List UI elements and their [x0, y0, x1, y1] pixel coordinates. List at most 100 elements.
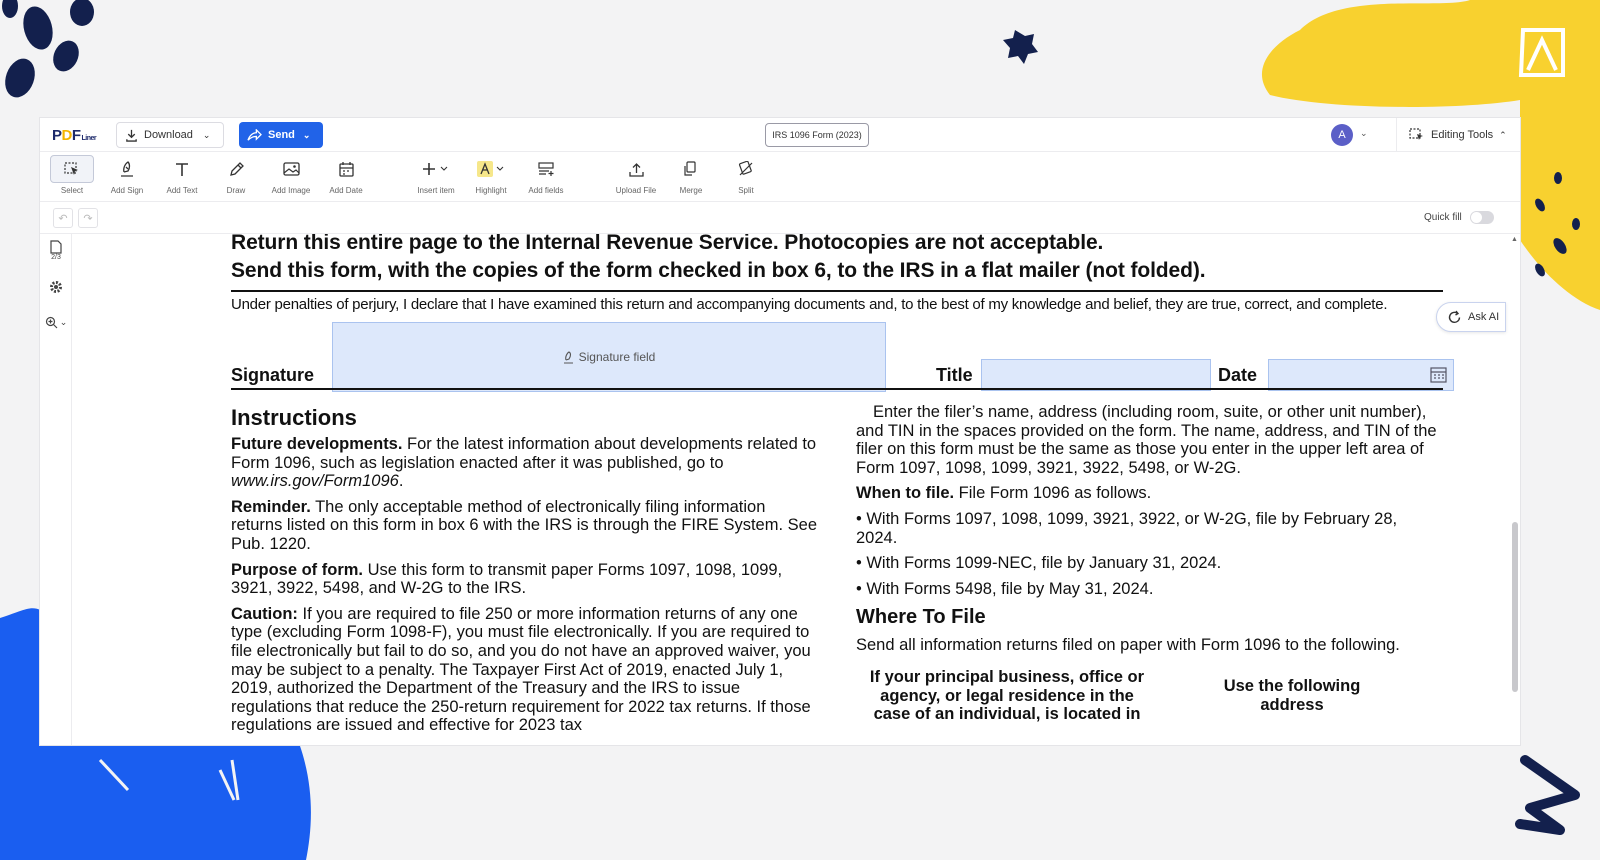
heading-rule [231, 290, 1443, 292]
chevron-down-icon: ⌄ [202, 129, 211, 140]
tool-label: Merge [679, 186, 703, 195]
bullet-item: • With Forms 1099-NEC, file by January 3… [856, 554, 1222, 573]
scroll-up-icon[interactable]: ▲ [1511, 236, 1518, 243]
undo-icon: ↶ [58, 212, 68, 225]
date-field[interactable] [1268, 359, 1454, 391]
instructions-heading: Instructions [231, 405, 357, 430]
zoom-button[interactable]: ⌄ [40, 316, 72, 329]
highlighter-icon [476, 155, 506, 183]
ask-ai-button[interactable]: Ask AI [1436, 302, 1506, 332]
send-icon [247, 128, 262, 141]
bullet-item: • With Forms 1097, 1098, 1099, 3921, 392… [856, 509, 1398, 547]
vertical-scrollbar[interactable]: ▲ [1510, 234, 1520, 745]
tool-label: Insert item [417, 186, 455, 195]
tool-upload-file[interactable]: Upload File [608, 155, 664, 201]
tool-insert-item[interactable]: Insert item [408, 155, 464, 201]
chevron-down-icon[interactable]: ⌄ [1360, 128, 1368, 139]
tool-add-date[interactable]: Add Date [318, 155, 374, 201]
chevron-down-icon: ⌄ [302, 129, 311, 140]
download-label: Download [144, 129, 193, 141]
address-column-header: Use the following address [1223, 677, 1361, 714]
document-name-field[interactable]: IRS 1096 Form (2023) [765, 123, 869, 147]
tool-highlight[interactable]: Highlight [463, 155, 519, 201]
when-to-file-paragraph: When to file. File Form 1096 as follows. [856, 484, 1152, 503]
chevron-down-icon: ⌄ [59, 317, 68, 327]
page-icon [50, 240, 62, 254]
fields-icon [531, 155, 561, 183]
redo-icon: ↷ [83, 212, 93, 225]
redo-button[interactable]: ↷ [78, 208, 98, 228]
plus-icon [421, 155, 451, 183]
tool-label: Highlight [475, 186, 507, 195]
tool-label: Add Text [166, 186, 198, 195]
chevron-up-icon: ⌃ [1499, 129, 1507, 140]
quick-fill-label: Quick fill [1424, 212, 1462, 223]
tool-split[interactable]: Split [718, 155, 774, 201]
tool-label: Add Date [329, 186, 363, 195]
upload-icon [621, 155, 651, 183]
tool-draw[interactable]: Draw [208, 155, 264, 201]
location-column-header: If your principal business, office or ag… [869, 668, 1145, 724]
instructions-left-column: Future developments. For the latest info… [231, 435, 821, 742]
text-icon [167, 155, 197, 183]
perjury-statement: Under penalties of perjury, I declare th… [231, 296, 1388, 313]
merge-icon [676, 155, 706, 183]
undo-button[interactable]: ↶ [53, 208, 73, 228]
split-icon [731, 155, 761, 183]
quick-fill-control[interactable]: Quick fill [1424, 211, 1494, 224]
scrollbar-thumb[interactable] [1512, 522, 1518, 692]
title-label: Title [936, 365, 973, 385]
pdf-editor-window: PDFLiner Download ⌄ Send ⌄ IRS 1096 Form… [40, 118, 1520, 745]
pdfliner-logo[interactable]: PDFLiner [52, 127, 97, 144]
irs-link[interactable]: www.irs.gov/Form1096 [231, 472, 399, 490]
purpose-paragraph: Purpose of form. Use this form to transm… [231, 560, 783, 598]
settings-button[interactable] [40, 280, 72, 294]
ai-refresh-icon [1448, 310, 1461, 323]
editing-tools-icon [1409, 128, 1423, 140]
zoom-icon [45, 316, 58, 329]
tool-label: Add Sign [110, 186, 144, 195]
send-heading: Send this form, with the copies of the f… [231, 259, 1206, 282]
tool-label: Add Image [271, 186, 311, 195]
where-to-file-paragraph: Send all information returns filed on pa… [856, 635, 1400, 654]
pencil-icon [221, 155, 251, 183]
sign-pen-icon [112, 155, 142, 183]
signature-label: Signature [231, 365, 315, 385]
tools-toolbar: Select Add Sign Add Text Draw Add Image Add D… [40, 152, 1520, 202]
image-icon [276, 155, 306, 183]
filer-paragraph: Enter the filer’s name, address (includi… [856, 403, 1437, 477]
tool-add-image[interactable]: Add Image [263, 155, 319, 201]
left-sidebar: 2/3 ⌄ [40, 234, 72, 745]
signature-field[interactable]: Signature field [332, 322, 886, 392]
reminder-paragraph: Reminder. The only acceptable method of … [231, 497, 818, 553]
tool-label: Select [60, 186, 84, 195]
user-avatar[interactable]: A [1331, 124, 1353, 146]
tool-merge[interactable]: Merge [663, 155, 719, 201]
tool-add-fields[interactable]: Add fields [518, 155, 574, 201]
return-heading: Return this entire page to the Internal … [231, 234, 1104, 254]
gear-icon [50, 281, 62, 293]
download-button[interactable]: Download ⌄ [116, 122, 224, 148]
pages-button[interactable]: 2/3 [40, 240, 72, 261]
tool-label: Split [738, 186, 754, 195]
calendar-icon [331, 155, 361, 183]
send-button[interactable]: Send ⌄ [239, 122, 323, 148]
date-label: Date [1218, 365, 1258, 385]
ask-ai-label: Ask AI [1468, 311, 1500, 323]
where-to-file-heading: Where To File [856, 606, 986, 629]
tool-add-text[interactable]: Add Text [154, 155, 210, 201]
quick-fill-toggle[interactable] [1469, 211, 1494, 224]
tool-select[interactable]: Select [44, 155, 100, 201]
tool-add-sign[interactable]: Add Sign [99, 155, 155, 201]
calendar-icon[interactable] [1430, 366, 1447, 383]
signature-rule [231, 388, 1443, 390]
sign-pen-icon [563, 350, 573, 364]
sub-toolbar: ↶ ↷ Quick fill [40, 202, 1520, 234]
caution-paragraph: Caution: If you are required to file 250… [231, 604, 811, 735]
signature-field-label: Signature field [578, 350, 656, 364]
send-label: Send [268, 129, 295, 141]
title-field[interactable] [981, 359, 1211, 391]
editing-tools-button[interactable]: Editing Tools ⌃ [1396, 118, 1520, 152]
top-bar: PDFLiner Download ⌄ Send ⌄ IRS 1096 Form… [40, 118, 1520, 152]
select-cursor-icon [50, 155, 94, 183]
